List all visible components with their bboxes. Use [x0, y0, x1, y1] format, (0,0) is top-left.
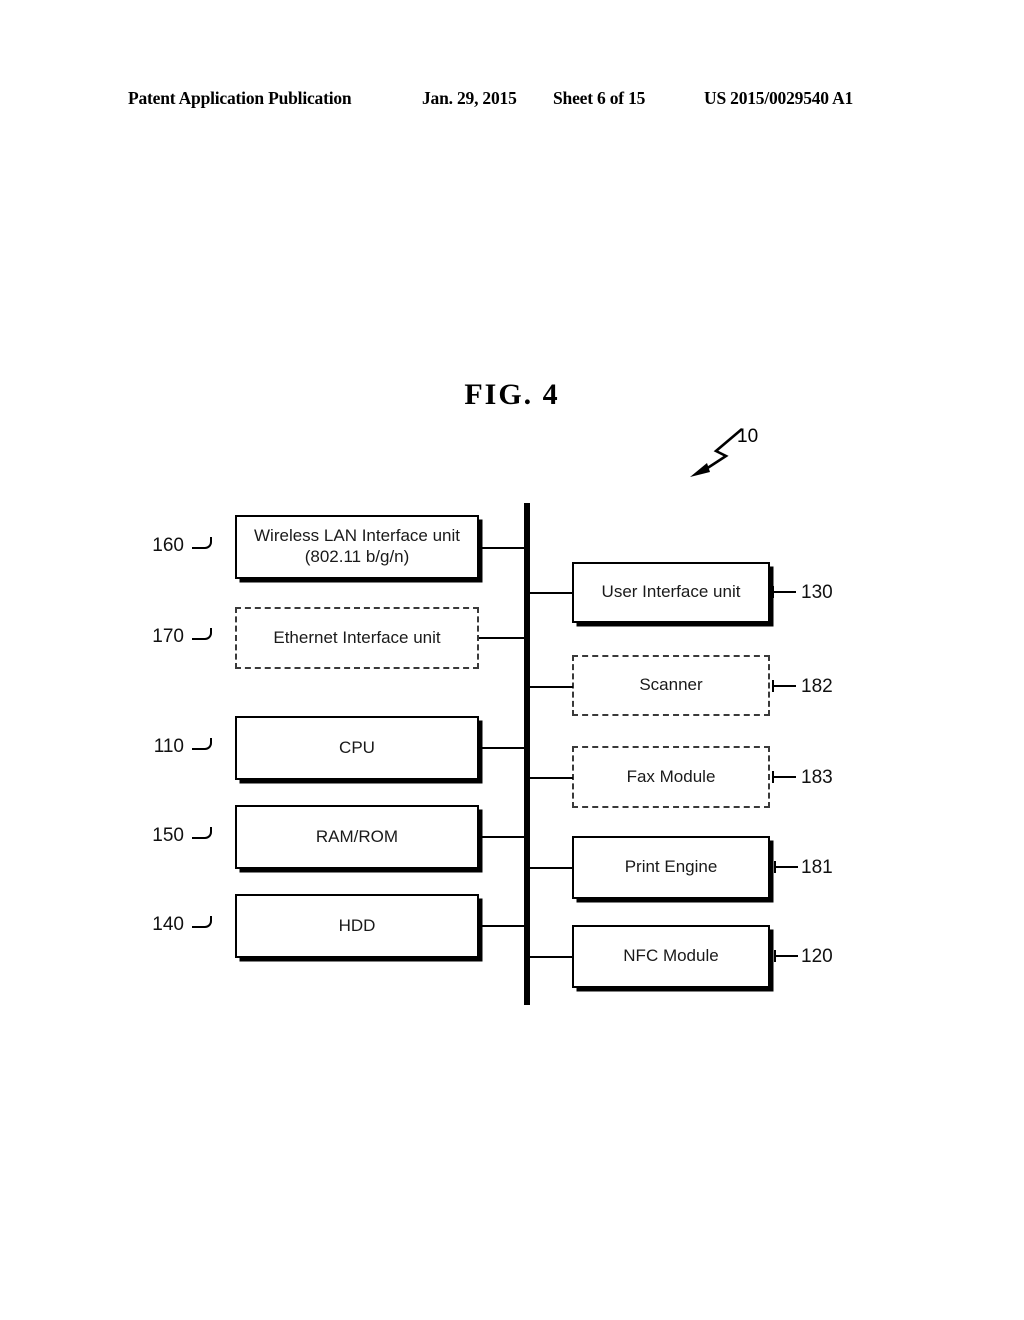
connector-bus-to-nfc-module [528, 956, 573, 958]
ref-leader-150 [192, 827, 212, 839]
block-wireless-lan-interface-unit[interactable]: Wireless LAN Interface unit (802.11 b/g/… [235, 515, 479, 579]
block-ram-rom[interactable]: RAM/ROM [235, 805, 479, 869]
ref-leader-130 [774, 591, 796, 593]
ref-leader-110 [192, 738, 212, 750]
ref-leader-120 [776, 955, 798, 957]
block-label: NFC Module [623, 946, 719, 966]
connector-hdd-to-bus [479, 925, 527, 927]
block-label: HDD [338, 915, 376, 935]
ref-leader-170 [192, 628, 212, 640]
block-label: Wireless LAN Interface unit (802.11 b/g/… [254, 526, 460, 566]
block-cpu[interactable]: CPU [235, 716, 479, 780]
block-label: User Interface unit [601, 582, 741, 602]
block-label: Ethernet Interface unit [273, 627, 441, 647]
block-fax-module[interactable]: Fax Module [572, 746, 770, 808]
block-label: RAM/ROM [315, 826, 399, 846]
ref-numeral-150: 150 [152, 825, 184, 846]
block-label: CPU [339, 737, 375, 757]
block-hdd[interactable]: HDD [235, 894, 479, 958]
ref-numeral-130: 130 [801, 582, 833, 603]
connector-cpu-to-bus [479, 747, 527, 749]
ref-numeral-183: 183 [801, 767, 833, 788]
block-label: Scanner [639, 675, 703, 695]
block-user-interface-unit[interactable]: User Interface unit [572, 562, 770, 623]
connector-wireless-lan-to-bus [479, 547, 527, 549]
connector-bus-to-fax-module [528, 777, 573, 779]
block-nfc-module[interactable]: NFC Module [572, 925, 770, 988]
ref-numeral-110: 110 [153, 736, 184, 757]
block-ethernet-interface-unit[interactable]: Ethernet Interface unit [235, 607, 479, 669]
connector-bus-to-scanner [528, 686, 573, 688]
block-print-engine[interactable]: Print Engine [572, 836, 770, 899]
ref-leader-140 [192, 916, 212, 928]
ref-leader-160 [192, 537, 212, 549]
ref-numeral-120: 120 [801, 946, 833, 967]
ref-numeral-181: 181 [801, 857, 833, 878]
system-bus [524, 503, 530, 1005]
connector-bus-to-print-engine [528, 867, 573, 869]
block-label: Fax Module [626, 766, 716, 786]
ref-numeral-10: 10 [737, 426, 759, 447]
ref-numeral-160: 160 [152, 535, 184, 556]
connector-ethernet-to-bus [479, 637, 527, 639]
ref-leader-183 [774, 776, 796, 778]
block-scanner[interactable]: Scanner [572, 655, 770, 716]
ref-numeral-182: 182 [801, 676, 833, 697]
ref-numeral-140: 140 [152, 914, 184, 935]
connector-bus-to-user-interface [528, 592, 573, 594]
ref-leader-181 [776, 866, 798, 868]
block-diagram: 10 Wireless LAN Interface unit (802.11 b… [0, 0, 1024, 1320]
ref-leader-182 [774, 685, 796, 687]
block-label: Print Engine [624, 857, 718, 877]
connector-ram-rom-to-bus [479, 836, 527, 838]
ref-numeral-170: 170 [152, 626, 184, 647]
